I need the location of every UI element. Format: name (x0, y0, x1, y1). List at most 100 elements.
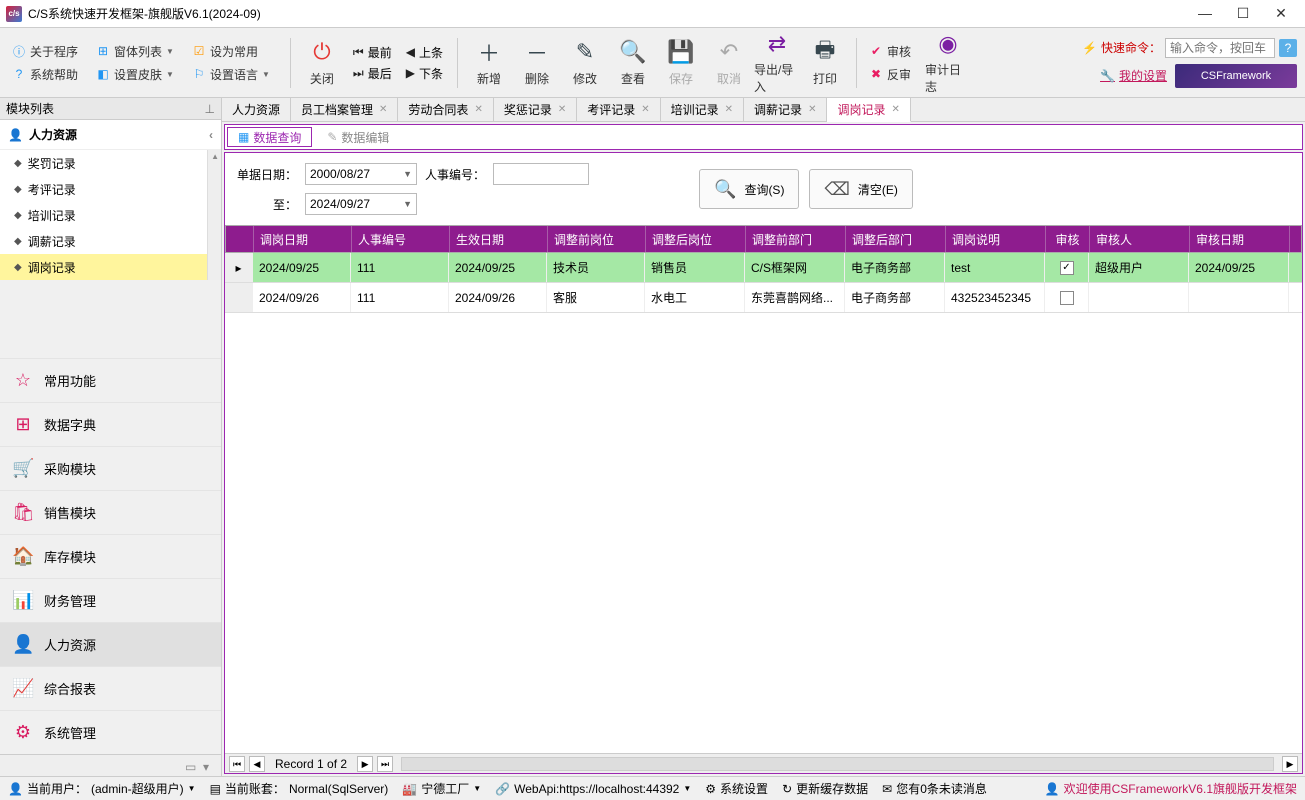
tab[interactable]: 培训记录✕ (661, 98, 744, 121)
collapse-icon[interactable]: ▭ (185, 760, 197, 772)
sidebar-nav-item[interactable]: 👤人力资源 (0, 622, 221, 666)
lang-button[interactable]: ⚐设置语言▼ (188, 64, 274, 85)
prev-button[interactable]: ◀上条 (406, 44, 443, 61)
grid-column-header[interactable]: 调整后部门 (846, 226, 946, 252)
help-button[interactable]: ?系统帮助 (8, 64, 82, 85)
nav-prev-button[interactable]: ◀ (249, 756, 265, 772)
formlist-button[interactable]: ⊞窗体列表▼ (92, 41, 178, 62)
tab[interactable]: 调岗记录✕ (827, 98, 910, 122)
status-webapi[interactable]: 🔗WebApi:https://localhost:44392▼ (495, 782, 691, 796)
sidebar-module-header[interactable]: 👤人力资源 ‹ (0, 120, 221, 150)
grid-column-header[interactable]: 生效日期 (450, 226, 548, 252)
table-row[interactable]: 2024/09/261112024/09/26客服水电工东莞喜鹊网络...电子商… (225, 283, 1302, 313)
sidebar-nav-item[interactable]: 📊财务管理 (0, 578, 221, 622)
grid-column-header[interactable]: 审核日期 (1190, 226, 1290, 252)
close-window-button[interactable]: ✕ (1271, 5, 1291, 22)
expand-icon[interactable]: ▾ (203, 760, 215, 772)
nav-first-button[interactable]: ⏮ (229, 756, 245, 772)
next-button[interactable]: ▶下条 (406, 65, 443, 82)
skin-button[interactable]: ◧设置皮肤▼ (92, 64, 178, 85)
nav-last-button[interactable]: ⏭ (377, 756, 393, 772)
add-button[interactable]: ＋新增 (466, 33, 512, 93)
sidebar-nav-item[interactable]: 🏠库存模块 (0, 534, 221, 578)
scroll-up-icon[interactable]: ▲ (211, 152, 219, 161)
grid-column-header[interactable]: 调岗日期 (254, 226, 352, 252)
audit-button[interactable]: ✔审核 (865, 41, 915, 62)
view-button[interactable]: 🔍查看 (610, 33, 656, 93)
tab-close-icon[interactable]: ✕ (808, 104, 816, 115)
sidebar-nav-item[interactable]: ⚙系统管理 (0, 710, 221, 754)
auditlog-button[interactable]: ◉审计日志 (925, 33, 971, 93)
tab-close-icon[interactable]: ✕ (725, 104, 733, 115)
status-account[interactable]: ▤当前账套：Normal(SqlServer) (210, 780, 389, 797)
grid-column-header[interactable]: 人事编号 (352, 226, 450, 252)
subtab-edit[interactable]: ✎数据编辑 (316, 127, 400, 147)
scroll-right-button[interactable]: ▶ (1282, 756, 1298, 772)
tab-close-icon[interactable]: ✕ (474, 104, 482, 115)
status-syssettings[interactable]: ⚙系统设置 (705, 780, 768, 797)
query-button[interactable]: 🔍查询(S) (699, 169, 799, 209)
sidebar-nav-item[interactable]: ☆常用功能 (0, 358, 221, 402)
last-button[interactable]: ⏭最后 (353, 65, 392, 82)
maximize-button[interactable]: ☐ (1233, 5, 1253, 22)
grid-column-header[interactable]: 调整前岗位 (548, 226, 646, 252)
tab-close-icon[interactable]: ✕ (558, 104, 566, 115)
date-to-input[interactable]: 2024/09/27▼ (305, 193, 417, 215)
about-button[interactable]: ⓘ关于程序 (8, 41, 82, 62)
tab[interactable]: 人力资源 (222, 98, 291, 121)
tab[interactable]: 考评记录✕ (577, 98, 660, 121)
edit-button[interactable]: ✎修改 (562, 33, 608, 93)
grid-cell-checkbox[interactable] (1045, 283, 1089, 312)
subtab-query[interactable]: ▦数据查询 (227, 127, 312, 147)
sidebar-item[interactable]: ◆调薪记录 (0, 228, 207, 254)
sidebar-item[interactable]: ◆培训记录 (0, 202, 207, 228)
tab-close-icon[interactable]: ✕ (891, 104, 899, 115)
tab[interactable]: 员工档案管理✕ (291, 98, 398, 121)
sidebar-nav-item[interactable]: 📈综合报表 (0, 666, 221, 710)
grid-column-header[interactable]: 审核 (1046, 226, 1090, 252)
horizontal-scrollbar[interactable] (401, 757, 1274, 771)
status-messages[interactable]: ✉您有0条未读消息 (882, 780, 987, 797)
nav-next-button[interactable]: ▶ (357, 756, 373, 772)
grid-column-header[interactable]: 审核人 (1090, 226, 1190, 252)
grid-column-header[interactable]: 调整后岗位 (646, 226, 746, 252)
clear-button[interactable]: ⌫清空(E) (809, 169, 912, 209)
cmd-input[interactable] (1165, 38, 1275, 58)
status-factory[interactable]: 🏭宁德工厂▼ (402, 780, 481, 797)
print-button[interactable]: 🖶打印 (802, 33, 848, 93)
emp-input[interactable] (493, 163, 589, 185)
minimize-button[interactable]: — (1195, 5, 1215, 22)
mysettings-link[interactable]: 🔧我的设置 (1100, 67, 1167, 84)
date-from-input[interactable]: 2000/08/27▼ (305, 163, 417, 185)
tab[interactable]: 调薪记录✕ (744, 98, 827, 121)
delete-button[interactable]: －删除 (514, 33, 560, 93)
sidebar-nav-item[interactable]: 🛒采购模块 (0, 446, 221, 490)
first-button[interactable]: ⏮最前 (353, 44, 392, 61)
status-refreshcache[interactable]: ↻更新缓存数据 (782, 780, 868, 797)
close-button[interactable]: ⏻关闭 (299, 33, 345, 93)
grid-column-header[interactable]: 调岗说明 (946, 226, 1046, 252)
setcommon-button[interactable]: ☑设为常用 (188, 41, 274, 62)
tab-close-icon[interactable]: ✕ (641, 104, 649, 115)
pin-icon[interactable]: ⊥ (205, 102, 215, 116)
sidebar-nav-item[interactable]: ⊞数据字典 (0, 402, 221, 446)
tab-close-icon[interactable]: ✕ (379, 104, 387, 115)
sidebar-scrollbar[interactable]: ▲ (207, 150, 221, 280)
chevron-down-icon[interactable]: ▼ (403, 199, 412, 209)
sidebar-item[interactable]: ◆奖罚记录 (0, 150, 207, 176)
sidebar-item[interactable]: ◆考评记录 (0, 176, 207, 202)
cancel-button[interactable]: ↶取消 (706, 33, 752, 93)
save-button[interactable]: 💾保存 (658, 33, 704, 93)
table-row[interactable]: ▸2024/09/251112024/09/25技术员销售员C/S框架网电子商务… (225, 253, 1302, 283)
chevron-down-icon[interactable]: ▼ (403, 169, 412, 179)
unaudit-button[interactable]: ✖反审 (865, 64, 915, 85)
grid-cell-checkbox[interactable]: ✓ (1045, 253, 1089, 282)
sidebar-nav-item[interactable]: 🛍销售模块 (0, 490, 221, 534)
status-user[interactable]: 👤当前用户：(admin-超级用户)▼ (8, 780, 196, 797)
tab[interactable]: 劳动合同表✕ (398, 98, 493, 121)
tab[interactable]: 奖惩记录✕ (494, 98, 577, 121)
sidebar-item[interactable]: ◆调岗记录 (0, 254, 207, 280)
cmd-help-button[interactable]: ? (1279, 39, 1297, 57)
io-button[interactable]: ⇄导出/导入 (754, 33, 800, 93)
grid-column-header[interactable]: 调整前部门 (746, 226, 846, 252)
